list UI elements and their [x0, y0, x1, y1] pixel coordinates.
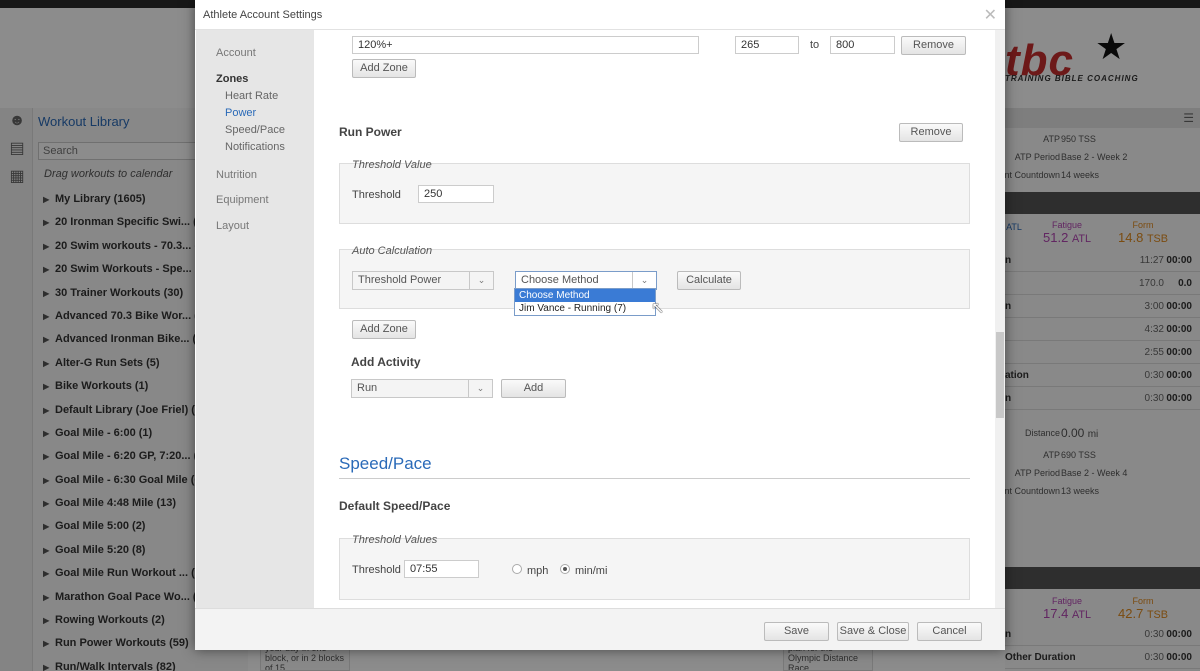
cancel-button[interactable]: Cancel — [917, 622, 982, 641]
default-speed-title: Default Speed/Pace — [339, 499, 451, 513]
dialog-footer: Save Save & Close Cancel — [195, 608, 1005, 650]
speed-threshold-label: Threshold — [352, 564, 401, 576]
zone-high-input[interactable]: 800 — [830, 36, 895, 54]
athlete-settings-dialog: Athlete Account Settings ✕ Account Zones… — [195, 0, 1005, 650]
minmi-label: min/mi — [575, 565, 608, 577]
add-zone-button[interactable]: Add Zone — [352, 59, 416, 78]
method-option[interactable]: Choose Method — [515, 289, 655, 302]
nav-speed-pace[interactable]: Speed/Pace — [225, 124, 285, 136]
method-option[interactable]: Jim Vance - Running (7) — [515, 302, 655, 315]
nav-heart-rate[interactable]: Heart Rate — [225, 90, 278, 102]
chevron-down-icon: ⌄ — [469, 272, 493, 289]
save-button[interactable]: Save — [764, 622, 829, 641]
nav-zones[interactable]: Zones — [216, 73, 248, 85]
scrollbar-thumb[interactable] — [996, 332, 1004, 418]
close-icon[interactable]: ✕ — [984, 5, 997, 25]
add-run-zone-button[interactable]: Add Zone — [352, 320, 416, 339]
settings-content: 120%+ 265 to 800 Remove Add Zone Run Pow… — [314, 30, 995, 608]
add-activity-title: Add Activity — [351, 355, 421, 369]
threshold-legend: Threshold Value — [352, 159, 432, 171]
run-power-title: Run Power — [339, 125, 402, 139]
section-divider — [339, 478, 970, 479]
dialog-titlebar: Athlete Account Settings ✕ — [195, 0, 1005, 30]
pace-threshold-input[interactable]: 07:55 — [404, 560, 479, 578]
nav-account[interactable]: Account — [216, 47, 256, 59]
speed-threshold-legend: Threshold Values — [352, 534, 438, 546]
nav-nutrition[interactable]: Nutrition — [216, 169, 257, 181]
remove-zone-button[interactable]: Remove — [901, 36, 966, 55]
calculate-button[interactable]: Calculate — [677, 271, 741, 290]
remove-run-power-button[interactable]: Remove — [899, 123, 963, 142]
dialog-scrollbar[interactable] — [995, 30, 1005, 608]
add-activity-button[interactable]: Add — [501, 379, 566, 398]
save-close-button[interactable]: Save & Close — [837, 622, 909, 641]
dialog-title: Athlete Account Settings — [203, 9, 323, 21]
nav-power[interactable]: Power — [225, 107, 256, 119]
nav-equipment[interactable]: Equipment — [216, 194, 269, 206]
minmi-radio[interactable] — [560, 564, 570, 574]
zone-name-input[interactable]: 120%+ — [352, 36, 699, 54]
mph-radio[interactable] — [512, 564, 522, 574]
method-dropdown-list: Choose Method Jim Vance - Running (7) — [514, 288, 656, 316]
chevron-down-icon: ⌄ — [632, 272, 656, 289]
speed-threshold-fieldset: Threshold Values Threshold 07:55 mph min… — [339, 534, 970, 600]
mph-label: mph — [527, 565, 549, 577]
auto-calc-legend: Auto Calculation — [352, 245, 433, 257]
zone-low-input[interactable]: 265 — [735, 36, 799, 54]
mouse-cursor-icon: ↖ — [651, 300, 665, 317]
threshold-fieldset: Threshold Value Threshold 250 — [339, 159, 970, 224]
chevron-down-icon: ⌄ — [468, 380, 492, 397]
speed-pace-heading: Speed/Pace — [339, 454, 432, 473]
metric-select[interactable]: Threshold Power ⌄ — [352, 271, 494, 290]
nav-layout[interactable]: Layout — [216, 220, 249, 232]
settings-nav: Account Zones Heart Rate Power Speed/Pac… — [196, 30, 314, 608]
activity-select[interactable]: Run ⌄ — [351, 379, 493, 398]
zone-to-label: to — [810, 39, 820, 51]
nav-notifications[interactable]: Notifications — [225, 141, 285, 153]
threshold-power-input[interactable]: 250 — [418, 185, 494, 203]
threshold-label: Threshold — [352, 189, 401, 201]
